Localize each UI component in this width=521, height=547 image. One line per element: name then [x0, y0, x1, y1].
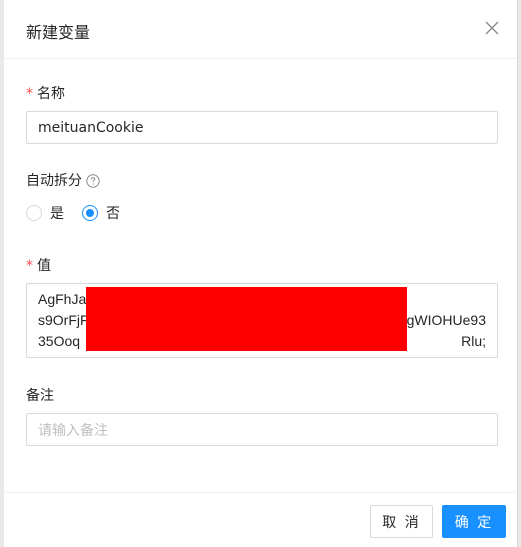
auto-split-label: 自动拆分 [26, 170, 100, 190]
close-button[interactable] [481, 17, 503, 39]
auto-split-label-text: 自动拆分 [26, 173, 82, 189]
name-label-text: 名称 [37, 86, 65, 102]
remark-label: 备注 [26, 385, 54, 405]
modal-footer: 取 消 确 定 [4, 492, 518, 547]
radio-yes[interactable]: 是 [26, 203, 64, 223]
radio-no-label: 否 [106, 206, 120, 222]
required-mark: * [26, 86, 33, 102]
name-input[interactable]: meituanCookie [26, 111, 498, 144]
value-label-text: 值 [37, 258, 51, 274]
remark-label-text: 备注 [26, 388, 54, 404]
value-line-start: s9OrFjF [38, 312, 89, 328]
radio-no-circle [82, 205, 98, 221]
close-icon [485, 21, 499, 35]
modal-header: 新建变量 [4, 0, 517, 59]
required-mark: * [26, 258, 33, 274]
auto-split-radio-group: 是 否 [26, 203, 138, 223]
radio-no[interactable]: 否 [82, 203, 120, 223]
name-input-value: meituanCookie [38, 119, 144, 136]
name-label: * 名称 [26, 83, 65, 103]
cancel-button[interactable]: 取 消 [370, 505, 433, 538]
new-variable-modal: 新建变量 * 名称 meituanCookie 自动拆分 是 否 * 值 AgFhJ… [4, 0, 518, 547]
remark-placeholder: 请输入备注 [38, 422, 108, 439]
radio-yes-circle [26, 205, 42, 221]
confirm-button[interactable]: 确 定 [442, 505, 506, 538]
redaction-box [86, 287, 407, 351]
value-line-end: gWIOHUe93 [406, 312, 486, 328]
help-icon[interactable] [86, 174, 100, 188]
value-label: * 值 [26, 255, 51, 275]
value-line-start: 35Ooq [38, 333, 81, 349]
radio-yes-label: 是 [50, 206, 64, 222]
modal-title: 新建变量 [26, 23, 91, 42]
remark-input[interactable]: 请输入备注 [26, 413, 498, 446]
value-line-end: Rlu; [461, 333, 486, 349]
value-line-start: AgFhJa [38, 291, 87, 307]
